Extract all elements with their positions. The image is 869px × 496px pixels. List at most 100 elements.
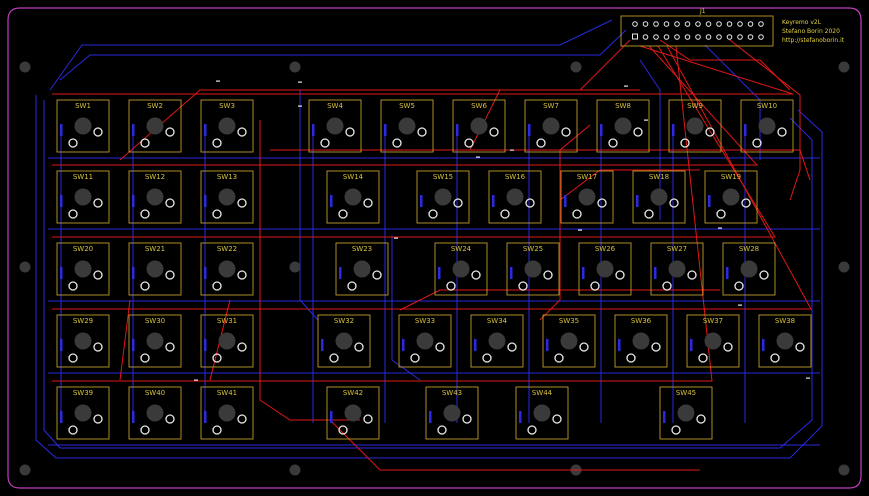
switch-center-hole [353, 260, 371, 278]
switch-center-hole [146, 404, 164, 422]
mounting-hole [838, 61, 850, 73]
switch-label: SW42 [343, 389, 363, 397]
switch-center-hole [686, 117, 704, 135]
switch-center-hole [218, 404, 236, 422]
switch-label: SW5 [399, 102, 415, 110]
switch-label: SW12 [145, 173, 165, 181]
switch-label: SW30 [145, 317, 165, 325]
switch-center-hole [74, 260, 92, 278]
switch-center-hole [146, 260, 164, 278]
switch-center-hole [542, 117, 560, 135]
switch-center-hole [488, 332, 506, 350]
switch-center-hole [74, 117, 92, 135]
switch-label: SW27 [667, 245, 687, 253]
switch-center-hole [146, 188, 164, 206]
switch-label: SW32 [334, 317, 354, 325]
switch-center-hole [344, 188, 362, 206]
switch-label: SW17 [577, 173, 597, 181]
switch-center-hole [434, 188, 452, 206]
switch-label: SW45 [676, 389, 696, 397]
mounting-hole [19, 61, 31, 73]
switch-center-hole [74, 404, 92, 422]
switch-label: SW23 [352, 245, 372, 253]
board-author: Stefano Borin 2020 [782, 28, 840, 35]
switch-label: SW26 [595, 245, 616, 253]
switch-center-hole [443, 404, 461, 422]
switch-center-hole [722, 188, 740, 206]
switch-label: SW16 [505, 173, 526, 181]
switch-label: SW18 [649, 173, 669, 181]
switch-center-hole [218, 117, 236, 135]
mounting-hole [19, 464, 31, 476]
switch-center-hole [218, 260, 236, 278]
switch-center-hole [218, 188, 236, 206]
switch-label: SW13 [217, 173, 237, 181]
board-name: Keyremo v2L [782, 19, 822, 26]
switch-label: SW43 [442, 389, 462, 397]
switch-label: SW37 [703, 317, 723, 325]
switch-center-hole [704, 332, 722, 350]
switch-center-hole [452, 260, 470, 278]
switch-label: SW39 [73, 389, 93, 397]
switch-center-hole [668, 260, 686, 278]
switch-label: SW36 [631, 317, 652, 325]
switch-label: SW34 [487, 317, 508, 325]
switch-center-hole [344, 404, 362, 422]
switch-center-hole [776, 332, 794, 350]
mounting-hole [289, 261, 301, 273]
board-url: http://stefanoborin.it [782, 37, 845, 44]
switch-label: SW9 [687, 102, 703, 110]
switch-label: SW7 [543, 102, 559, 110]
switch-label: SW31 [217, 317, 237, 325]
switch-label: SW35 [559, 317, 579, 325]
switch-label: SW14 [343, 173, 364, 181]
switch-center-hole [524, 260, 542, 278]
mounting-hole [289, 464, 301, 476]
switch-center-hole [398, 117, 416, 135]
switch-label: SW21 [145, 245, 165, 253]
switch-label: SW24 [451, 245, 472, 253]
connector-label: J1 [699, 8, 706, 15]
mounting-hole [838, 464, 850, 476]
switch-label: SW44 [532, 389, 553, 397]
switch-label: SW22 [217, 245, 237, 253]
mounting-hole [19, 261, 31, 273]
switch-center-hole [650, 188, 668, 206]
pcb-board: SW1 SW2 SW3 SW4 SW5 SW6 SW7 SW8 SW9 SW10 SW11 SW12 S… [0, 0, 869, 496]
switch-center-hole [533, 404, 551, 422]
switch-center-hole [578, 188, 596, 206]
switch-center-hole [74, 188, 92, 206]
mounting-hole [289, 61, 301, 73]
switch-label: SW4 [327, 102, 343, 110]
switch-center-hole [758, 117, 776, 135]
switch-center-hole [218, 332, 236, 350]
switch-label: SW3 [219, 102, 235, 110]
mounting-hole [838, 261, 850, 273]
switch-center-hole [677, 404, 695, 422]
switch-label: SW40 [145, 389, 165, 397]
switch-label: SW33 [415, 317, 435, 325]
switch-center-hole [506, 188, 524, 206]
switch-center-hole [740, 260, 758, 278]
switch-center-hole [335, 332, 353, 350]
switch-label: SW2 [147, 102, 163, 110]
switch-label: SW20 [73, 245, 93, 253]
switch-center-hole [74, 332, 92, 350]
switch-label: SW15 [433, 173, 453, 181]
switch-label: SW6 [471, 102, 487, 110]
switch-label: SW10 [757, 102, 777, 110]
switch-label: SW11 [73, 173, 93, 181]
switch-center-hole [560, 332, 578, 350]
switch-center-hole [146, 117, 164, 135]
switch-center-hole [470, 117, 488, 135]
mounting-hole [570, 61, 582, 73]
switch-center-hole [416, 332, 434, 350]
switch-label: SW28 [739, 245, 759, 253]
switch-label: SW38 [775, 317, 795, 325]
switch-center-hole [326, 117, 344, 135]
switch-center-hole [614, 117, 632, 135]
switch-center-hole [632, 332, 650, 350]
switch-center-hole [596, 260, 614, 278]
switch-center-hole [146, 332, 164, 350]
switch-label: SW29 [73, 317, 93, 325]
